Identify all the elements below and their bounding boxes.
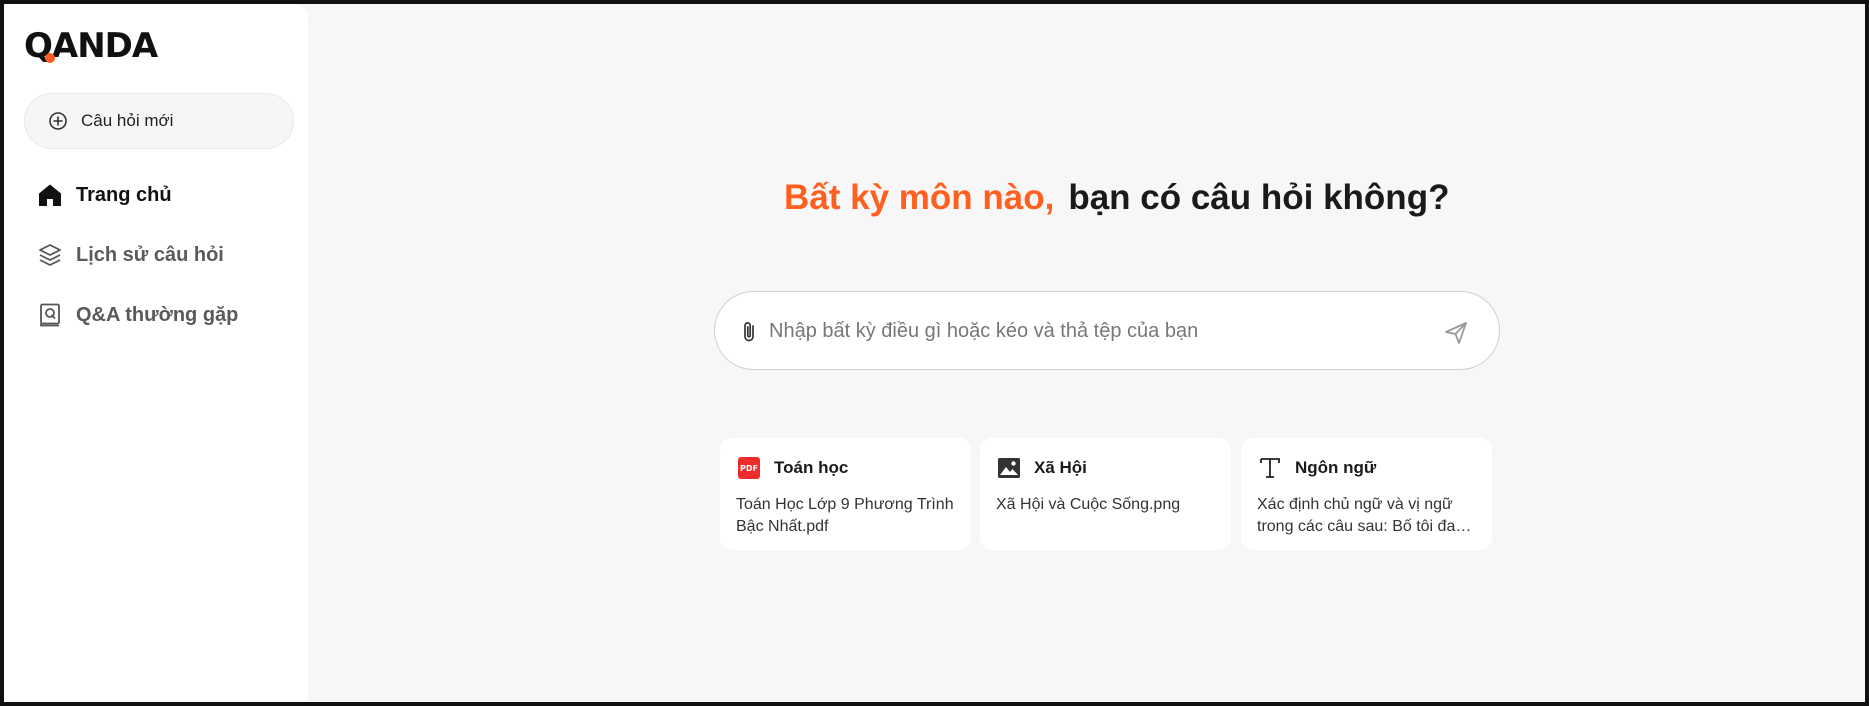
home-icon: [36, 181, 64, 209]
search-bar: [714, 291, 1500, 370]
card-description: Xác định chủ ngữ và vị ngữ trong các câu…: [1257, 496, 1474, 535]
new-question-button[interactable]: Câu hỏi mới: [24, 93, 294, 149]
card-title: Xã Hội: [1034, 458, 1087, 477]
card-description: Xã Hội và Cuộc Sống.png: [996, 496, 1181, 513]
page-headline: Bất kỳ môn nào, bạn có câu hỏi không?: [784, 178, 1449, 218]
sidebar: Q ANDA Câu hỏi mới Trang chủ Lịch sử câu…: [4, 4, 308, 702]
sidebar-item-history[interactable]: Lịch sử câu hỏi: [36, 241, 224, 269]
logo-q: Q: [24, 26, 55, 66]
app-window: Q ANDA Câu hỏi mới Trang chủ Lịch sử câu…: [0, 0, 1869, 706]
example-card-social[interactable]: Xã Hội Xã Hội và Cuộc Sống.png: [980, 438, 1231, 550]
qanda-logo[interactable]: Q ANDA: [24, 26, 158, 66]
layers-icon: [36, 241, 64, 269]
card-title: Toán học: [774, 458, 849, 477]
logo-rest: ANDA: [51, 26, 158, 66]
example-card-language[interactable]: Ngôn ngữ Xác định chủ ngữ và vị ngữ tron…: [1241, 438, 1492, 550]
text-icon: [1257, 455, 1283, 481]
card-description: Toán Học Lớp 9 Phương Trình Bậc Nhất.pdf: [736, 496, 954, 535]
sidebar-item-label: Trang chủ: [76, 183, 172, 206]
send-icon[interactable]: [1443, 320, 1469, 346]
pdf-icon: PDF: [736, 455, 762, 481]
search-input[interactable]: [769, 312, 1429, 350]
plus-circle-icon: [47, 110, 69, 132]
sidebar-item-home[interactable]: Trang chủ: [36, 181, 172, 209]
card-title: Ngôn ngữ: [1295, 458, 1377, 477]
new-question-label: Câu hỏi mới: [81, 111, 174, 130]
headline-rest: bạn có câu hỏi không?: [1068, 178, 1450, 217]
qa-book-icon: [36, 301, 64, 329]
sidebar-item-label: Lịch sử câu hỏi: [76, 243, 224, 266]
sidebar-item-label: Q&A thường gặp: [76, 303, 239, 326]
paperclip-icon[interactable]: [739, 320, 761, 344]
headline-accent: Bất kỳ môn nào,: [784, 178, 1055, 217]
sidebar-item-faq[interactable]: Q&A thường gặp: [36, 301, 238, 329]
example-card-math[interactable]: PDF Toán học Toán Học Lớp 9 Phương Trình…: [720, 438, 971, 550]
image-icon: [996, 455, 1022, 481]
